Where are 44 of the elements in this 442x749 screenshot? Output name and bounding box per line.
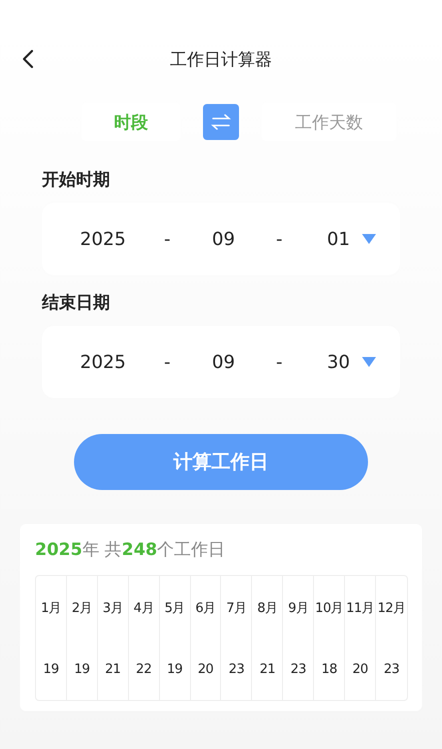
month-label: 5月 (164, 600, 185, 617)
month-label: 12月 (378, 600, 406, 617)
workday-count: 20 (352, 662, 368, 678)
workday-count: 19 (74, 662, 90, 678)
workday-count: 23 (384, 662, 400, 678)
day-value: 30 (327, 352, 350, 372)
workday-count: 19 (166, 662, 182, 678)
month-label: 10月 (315, 600, 344, 617)
workday-count: 20 (198, 662, 214, 678)
workday-count: 22 (136, 662, 152, 678)
month-label: 4月 (134, 600, 154, 617)
date-separator: - (276, 352, 282, 372)
year-value: 2025 (80, 352, 126, 372)
date-label: 结束日期 (42, 292, 111, 314)
back-icon[interactable] (22, 49, 34, 69)
workday-count: 23 (290, 662, 306, 678)
month-value: 09 (212, 352, 235, 372)
month-label: 6月 (195, 600, 216, 617)
date-separator: - (164, 352, 170, 372)
month-label: 9月 (288, 600, 308, 617)
month-label: 11月 (346, 600, 374, 617)
month-label: 1月 (40, 600, 62, 617)
month-label: 2月 (72, 600, 92, 617)
swap-icon[interactable] (203, 104, 239, 140)
date-separator: - (164, 228, 170, 250)
workday-count: 19 (43, 662, 59, 678)
workday-count: 18 (321, 662, 337, 678)
month-label: 3月 (102, 600, 123, 617)
month-label: 8月 (257, 600, 278, 617)
page-title: 工作日计算器 (170, 48, 272, 70)
year-value: 2025 (80, 228, 126, 250)
calculate-button[interactable]: 计算工作日 (74, 434, 368, 490)
day-value: 01 (327, 228, 350, 250)
workday-count: 23 (228, 662, 244, 678)
dropdown-icon (362, 234, 376, 244)
result-summary: 2025年 共248个工作日 (35, 539, 226, 561)
month-label: 7月 (226, 600, 247, 617)
workday-count: 21 (260, 662, 276, 678)
date-label: 开始时期 (42, 169, 111, 191)
workday-count: 21 (105, 662, 121, 678)
date-separator: - (276, 228, 282, 250)
date-picker[interactable]: 2025 - 09 - 30 (42, 326, 400, 398)
month-value: 09 (212, 228, 235, 250)
dropdown-icon (362, 357, 376, 367)
